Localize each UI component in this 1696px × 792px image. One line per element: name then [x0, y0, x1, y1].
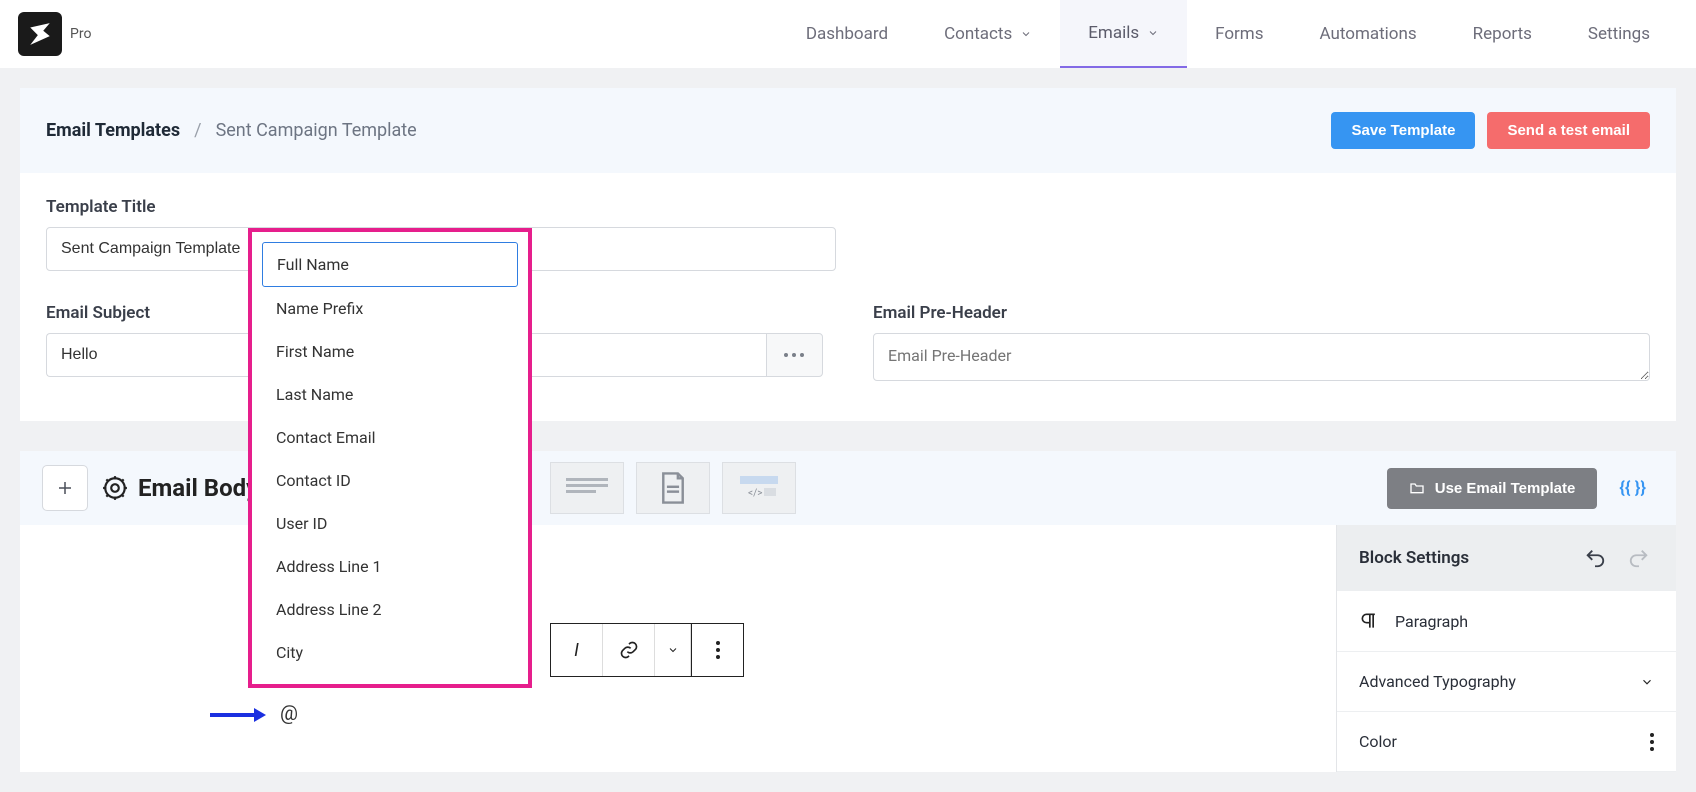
nav-reports[interactable]: Reports	[1445, 0, 1560, 68]
block-settings-title: Block Settings	[1359, 548, 1469, 568]
use-email-template-button[interactable]: Use Email Template	[1387, 468, 1598, 509]
nav-emails[interactable]: Emails	[1060, 0, 1187, 68]
layout-thumb-text[interactable]	[550, 462, 624, 514]
redo-button[interactable]	[1624, 543, 1654, 573]
layout-thumb-code[interactable]: </>	[722, 462, 796, 514]
annotation-arrow-icon	[210, 705, 266, 725]
dropdown-item-last-name[interactable]: Last Name	[262, 373, 518, 416]
layout-thumb-doc[interactable]	[636, 462, 710, 514]
paragraph-icon	[1359, 611, 1379, 631]
editor-canvas[interactable]: I @	[20, 525, 1336, 772]
dropdown-item-city[interactable]: City	[262, 631, 518, 674]
folder-icon	[1409, 480, 1425, 496]
dropdown-item-name-prefix[interactable]: Name Prefix	[262, 287, 518, 330]
dropdown-item-contact-id[interactable]: Contact ID	[262, 459, 518, 502]
dropdown-item-address-2[interactable]: Address Line 2	[262, 588, 518, 631]
advanced-typography-row[interactable]: Advanced Typography	[1337, 652, 1676, 712]
top-nav: Dashboard Contacts Emails Forms Automati…	[778, 0, 1678, 68]
template-title-label: Template Title	[46, 197, 836, 217]
send-test-email-button[interactable]: Send a test email	[1487, 112, 1650, 149]
dropdown-item-address-1[interactable]: Address Line 1	[262, 545, 518, 588]
breadcrumb-current: Sent Campaign Template	[216, 120, 417, 141]
ellipsis-icon	[783, 352, 805, 358]
chevron-down-icon	[1640, 675, 1654, 689]
block-type-row[interactable]: Paragraph	[1337, 591, 1676, 652]
italic-button[interactable]: I	[551, 624, 603, 676]
email-preheader-label: Email Pre-Header	[873, 303, 1650, 323]
block-settings-sidebar: Block Settings Paragraph Advanced Typogr…	[1336, 525, 1676, 772]
gear-icon	[102, 475, 128, 501]
nav-dashboard[interactable]: Dashboard	[778, 0, 916, 68]
block-more-button[interactable]	[691, 624, 743, 676]
nav-automations[interactable]: Automations	[1292, 0, 1445, 68]
subject-shortcode-button[interactable]	[766, 333, 823, 377]
email-preheader-input[interactable]	[873, 333, 1650, 381]
nav-forms[interactable]: Forms	[1187, 0, 1291, 68]
chevron-down-icon	[667, 644, 679, 656]
dropdown-item-full-name[interactable]: Full Name	[262, 242, 518, 287]
shortcode-braces-button[interactable]: {{ }}	[1611, 478, 1654, 498]
color-row[interactable]: Color	[1337, 712, 1676, 772]
dropdown-item-user-id[interactable]: User ID	[262, 502, 518, 545]
breadcrumb-separator: /	[180, 120, 215, 141]
svg-text:</>: </>	[748, 488, 762, 499]
link-icon	[619, 640, 639, 660]
top-bar: Pro Dashboard Contacts Emails Forms Auto…	[0, 0, 1696, 68]
chevron-down-icon	[1020, 28, 1032, 40]
redo-icon	[1628, 547, 1650, 569]
breadcrumb-root[interactable]: Email Templates	[46, 120, 180, 141]
undo-button[interactable]	[1580, 543, 1610, 573]
dropdown-item-contact-email[interactable]: Contact Email	[262, 416, 518, 459]
mention-dropdown: Full Name Name Prefix First Name Last Na…	[248, 228, 532, 688]
brand-pro-label: Pro	[70, 26, 91, 42]
brand-logo	[18, 12, 62, 56]
brand-logo-icon	[27, 21, 53, 47]
email-body-title: Email Body	[102, 474, 258, 502]
add-block-button[interactable]	[42, 465, 88, 511]
kebab-icon	[1650, 733, 1654, 751]
nav-settings[interactable]: Settings	[1560, 0, 1678, 68]
brand: Pro	[18, 12, 91, 56]
chevron-down-icon	[1147, 27, 1159, 39]
dropdown-item-first-name[interactable]: First Name	[262, 330, 518, 373]
more-formats-button[interactable]	[655, 624, 691, 676]
layout-thumbnails: </>	[550, 462, 796, 514]
main: Email Templates / Sent Campaign Template…	[0, 68, 1696, 792]
kebab-icon	[716, 641, 720, 659]
nav-contacts[interactable]: Contacts	[916, 0, 1060, 68]
save-template-button[interactable]: Save Template	[1331, 112, 1475, 149]
link-button[interactable]	[603, 624, 655, 676]
page-header: Email Templates / Sent Campaign Template…	[20, 88, 1676, 173]
header-actions: Save Template Send a test email	[1331, 112, 1650, 149]
plus-icon	[56, 479, 74, 497]
block-settings-header: Block Settings	[1337, 525, 1676, 591]
block-toolbar: I	[550, 623, 744, 677]
mention-trigger: @	[280, 701, 298, 725]
undo-icon	[1584, 547, 1606, 569]
